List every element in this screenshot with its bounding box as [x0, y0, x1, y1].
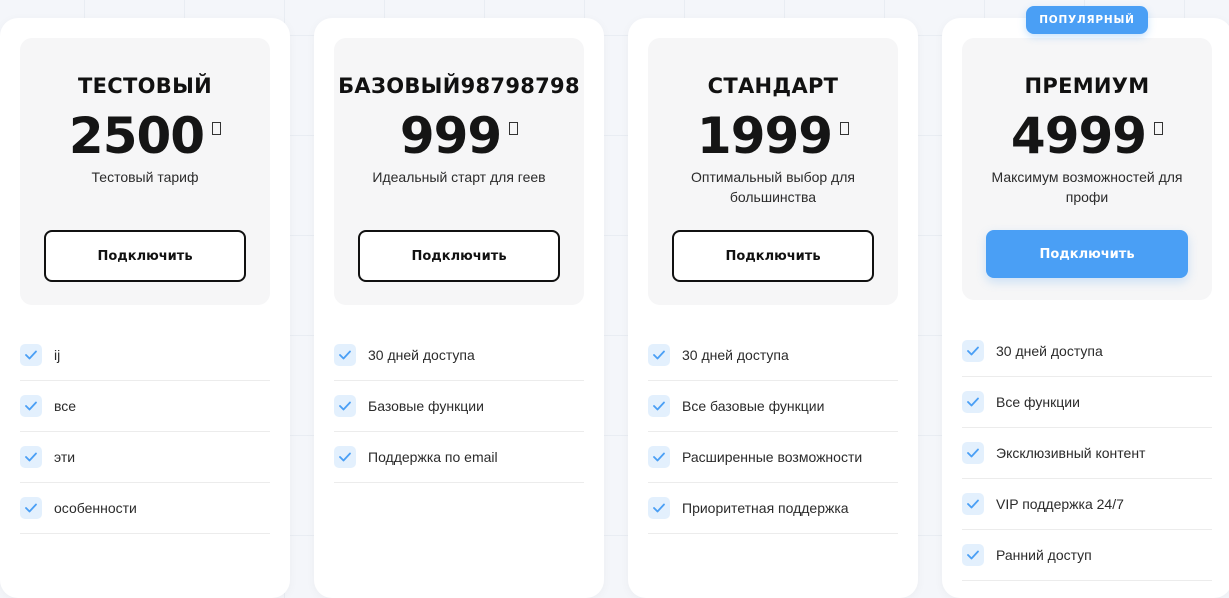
check-icon — [20, 395, 42, 417]
currency-placeholder-icon — [212, 122, 222, 135]
feature-text: 30 дней доступа — [996, 343, 1103, 359]
currency-placeholder-icon — [1154, 122, 1164, 135]
plan-description: Максимум возможностей для профи — [991, 169, 1183, 205]
feature-item: Эксклюзивный контент — [962, 428, 1212, 479]
feature-text: 30 дней доступа — [682, 347, 789, 363]
feature-text: VIP поддержка 24/7 — [996, 496, 1124, 512]
subscribe-button[interactable]: Подключить — [44, 230, 246, 282]
feature-text: особенности — [54, 500, 137, 516]
price-row: 999 — [334, 106, 584, 166]
feature-text: все — [54, 398, 77, 414]
plan-price: 2500 — [68, 107, 205, 165]
plan-card-premium: ПРЕМИУМ 4999 Максимум возможностей для п… — [942, 18, 1229, 598]
feature-item: Все базовые функции — [648, 381, 898, 432]
feature-item: Поддержка по email — [334, 432, 584, 483]
plan-price: 4999 — [1010, 107, 1147, 165]
check-icon — [334, 344, 356, 366]
feature-item: Приоритетная поддержка — [648, 483, 898, 534]
feature-item: VIP поддержка 24/7 — [962, 479, 1212, 530]
feature-list: 30 дней доступа Все базовые функции Расш… — [648, 330, 898, 534]
plan-header: ПРЕМИУМ 4999 Максимум возможностей для п… — [962, 38, 1212, 300]
plan-description: Тестовый тариф — [91, 169, 199, 185]
feature-text: эти — [54, 449, 76, 465]
plan-description: Оптимальный выбор для большинства — [691, 169, 855, 205]
feature-item: особенности — [20, 483, 270, 534]
feature-list: 30 дней доступа Все функции Эксклюзивный… — [962, 326, 1212, 581]
plan-title: ПРЕМИУМ — [1024, 74, 1150, 98]
feature-text: Поддержка по email — [368, 449, 498, 465]
check-icon — [962, 442, 984, 464]
feature-item: Все функции — [962, 377, 1212, 428]
check-icon — [20, 344, 42, 366]
subscribe-button[interactable]: Подключить — [672, 230, 874, 282]
check-icon — [334, 446, 356, 468]
feature-item: Базовые функции — [334, 381, 584, 432]
plan-card-test: ТЕСТОВЫЙ 2500 Тестовый тариф Подключить … — [0, 18, 290, 598]
feature-item: 30 дней доступа — [334, 330, 584, 381]
feature-list: 30 дней доступа Базовые функции Поддержк… — [334, 330, 584, 483]
feature-text: Приоритетная поддержка — [682, 500, 849, 516]
subscribe-button[interactable]: Подключить — [358, 230, 560, 282]
plan-title: ТЕСТОВЫЙ — [78, 74, 212, 98]
feature-text: Все функции — [996, 394, 1080, 410]
feature-item: Ранний доступ — [962, 530, 1212, 581]
check-icon — [962, 391, 984, 413]
feature-item: эти — [20, 432, 270, 483]
feature-item: Расширенные возможности — [648, 432, 898, 483]
feature-text: ij — [54, 347, 61, 363]
feature-text: Все базовые функции — [682, 398, 825, 414]
check-icon — [962, 544, 984, 566]
check-icon — [962, 340, 984, 362]
price-row: 2500 — [20, 106, 270, 166]
price-row: 4999 — [962, 106, 1212, 166]
popular-badge: ПОПУЛЯРНЫЙ — [1026, 6, 1148, 34]
price-row: 1999 — [648, 106, 898, 166]
plan-header: СТАНДАРТ 1999 Оптимальный выбор для боль… — [648, 38, 898, 305]
plan-header: ТЕСТОВЫЙ 2500 Тестовый тариф Подключить — [20, 38, 270, 305]
feature-text: Базовые функции — [368, 398, 484, 414]
feature-list: ij все эти особенности — [20, 330, 270, 534]
plan-description: Идеальный старт для геев — [372, 169, 546, 185]
plan-header: БАЗОВЫЙ98798798 999 Идеальный старт для … — [334, 38, 584, 305]
currency-placeholder-icon — [509, 122, 519, 135]
plan-price: 1999 — [696, 107, 833, 165]
check-icon — [648, 497, 670, 519]
currency-placeholder-icon — [840, 122, 850, 135]
check-icon — [20, 446, 42, 468]
check-icon — [648, 446, 670, 468]
feature-text: Расширенные возможности — [682, 449, 863, 465]
check-icon — [334, 395, 356, 417]
plan-card-basic: БАЗОВЫЙ98798798 999 Идеальный старт для … — [314, 18, 604, 598]
plan-price: 999 — [399, 107, 502, 165]
plan-title: СТАНДАРТ — [707, 74, 839, 98]
subscribe-button[interactable]: Подключить — [986, 230, 1188, 278]
feature-text: Ранний доступ — [996, 547, 1092, 563]
feature-item: все — [20, 381, 270, 432]
feature-text: 30 дней доступа — [368, 347, 475, 363]
plan-title: БАЗОВЫЙ98798798 — [338, 74, 580, 98]
check-icon — [648, 395, 670, 417]
check-icon — [962, 493, 984, 515]
feature-item: ij — [20, 330, 270, 381]
plan-card-standard: СТАНДАРТ 1999 Оптимальный выбор для боль… — [628, 18, 918, 598]
feature-text: Эксклюзивный контент — [996, 445, 1146, 461]
feature-item: 30 дней доступа — [648, 330, 898, 381]
feature-item: 30 дней доступа — [962, 326, 1212, 377]
check-icon — [20, 497, 42, 519]
check-icon — [648, 344, 670, 366]
